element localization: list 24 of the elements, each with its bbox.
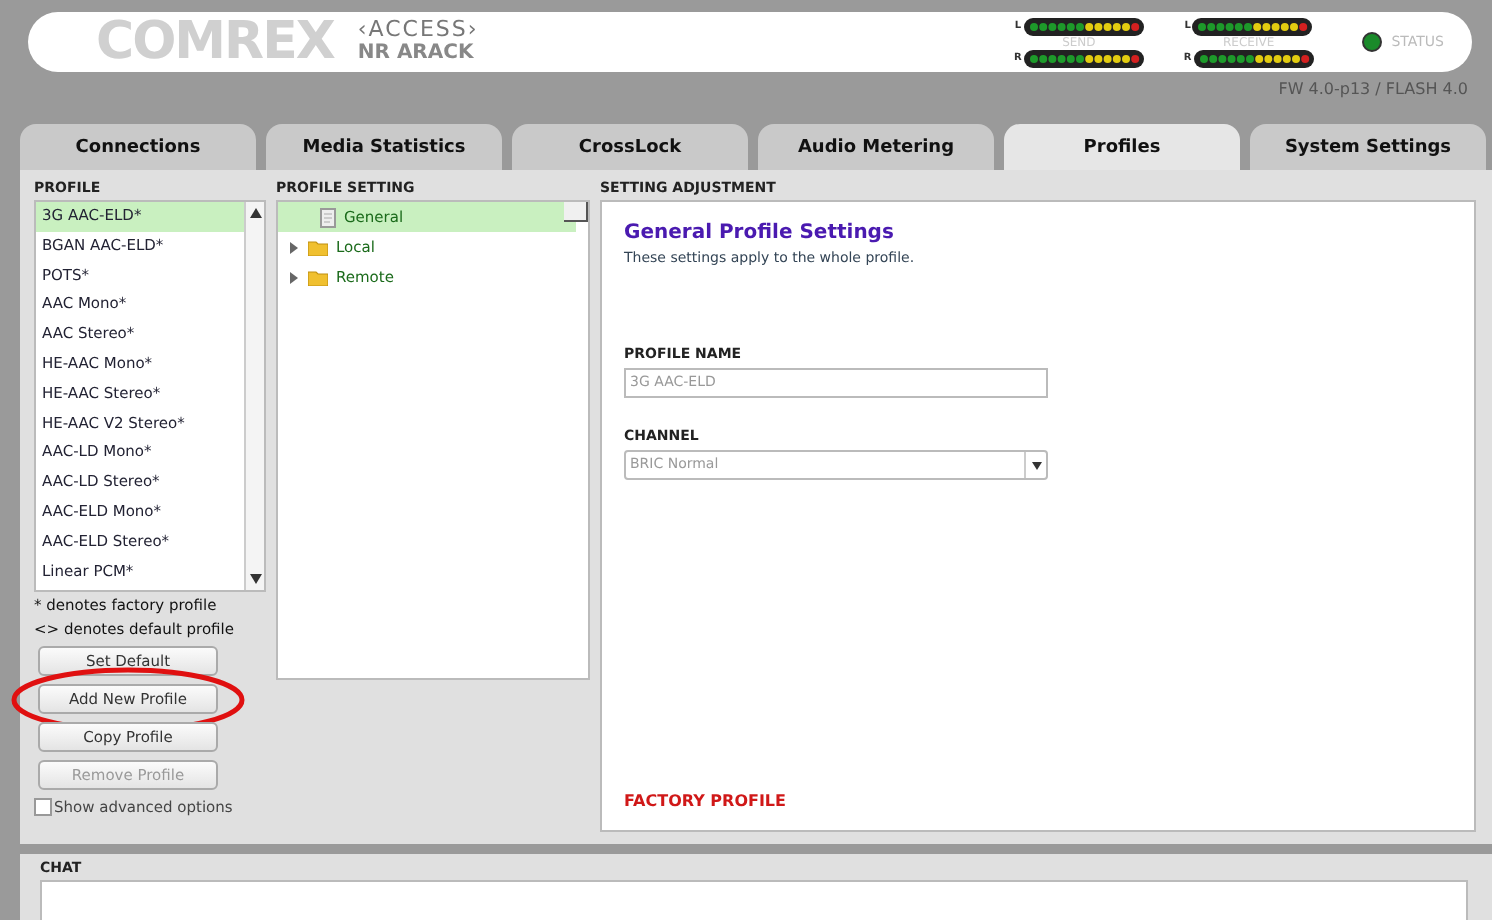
scrollbar[interactable] [244, 202, 264, 590]
panel-title: General Profile Settings [624, 222, 896, 244]
product-name: ‹ACCESS› [357, 18, 479, 42]
document-icon [320, 207, 336, 227]
expand-arrow-icon[interactable] [288, 241, 300, 253]
scroll-up-icon[interactable] [249, 208, 261, 218]
device-name: NR ARACK [357, 42, 476, 66]
tab[interactable]: System Settings [1250, 124, 1486, 170]
caret-icon[interactable] [1031, 461, 1041, 469]
tab[interactable]: CrossLock [512, 124, 748, 170]
scroll-down-icon[interactable] [249, 574, 261, 584]
level-meter-icon [1023, 17, 1144, 35]
dropdown-button[interactable] [1024, 452, 1046, 478]
level-meter-icon [1193, 49, 1314, 67]
expand-arrow-icon[interactable] [288, 271, 300, 283]
firmware-version: FW 4.0-p13 / FLASH 4.0 [1278, 80, 1468, 98]
tab[interactable]: Audio Metering [758, 124, 994, 170]
tab[interactable]: Connections [20, 124, 256, 170]
level-meter-icon [1023, 49, 1144, 67]
factory-profile-label: FACTORY PROFILE [624, 792, 788, 810]
tab[interactable]: Media Statistics [266, 124, 502, 170]
level-meter-icon [1192, 17, 1313, 35]
scrollbar-thumb[interactable] [564, 202, 588, 222]
tab[interactable]: Profiles [1004, 124, 1240, 170]
